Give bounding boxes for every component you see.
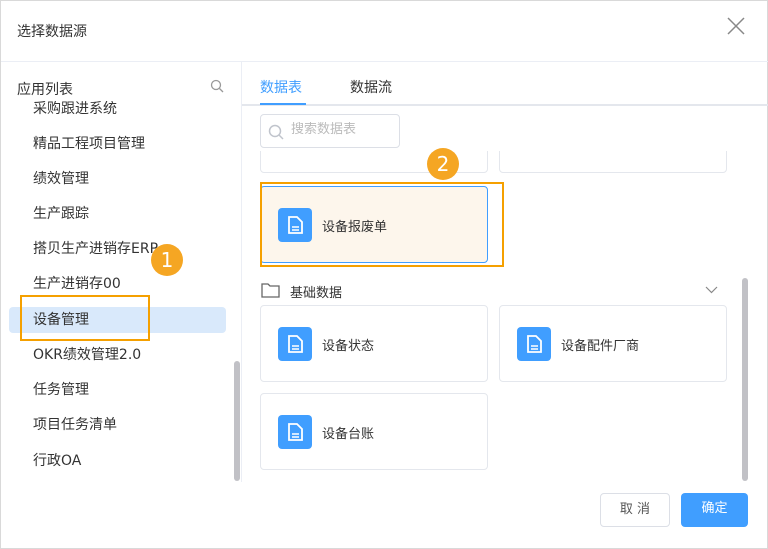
close-icon[interactable] <box>725 15 747 37</box>
active-tab-indicator <box>260 103 306 105</box>
chevron-down-icon[interactable] <box>705 285 718 295</box>
table-card[interactable]: 设备配件厂商 <box>499 305 727 382</box>
annotation-badge-1: 1 <box>151 244 183 276</box>
search-icon <box>268 124 284 140</box>
app-list-item[interactable]: 采购跟进系统 <box>9 101 226 122</box>
search-table-input[interactable] <box>291 122 391 137</box>
table-card-label: 设备配件厂商 <box>561 339 640 354</box>
panel-divider <box>241 62 242 482</box>
app-list-item[interactable]: 绩效管理 <box>9 166 226 192</box>
app-list-item[interactable]: 生产进销存00 <box>9 271 226 297</box>
dialog-title: 选择数据源 <box>17 24 87 40</box>
table-card[interactable]: 设备台账 <box>260 393 488 470</box>
table-card-label: 设备状态 <box>322 339 375 354</box>
tab-data-flow[interactable]: 数据流 <box>350 77 392 97</box>
folder-icon <box>261 283 280 298</box>
cancel-button[interactable]: 取 消 <box>600 493 670 527</box>
app-list-item[interactable]: 项目任务清单 <box>9 412 226 438</box>
annotation-box-1 <box>20 295 150 341</box>
cut-off-cards <box>242 151 742 174</box>
app-list-item[interactable]: OKR绩效管理2.0 <box>9 342 226 368</box>
document-icon <box>278 327 312 361</box>
confirm-button[interactable]: 确定 <box>681 493 748 527</box>
right-scrollbar[interactable] <box>742 278 748 481</box>
annotation-box-2 <box>260 182 504 267</box>
search-table-field[interactable] <box>260 114 400 148</box>
group-label: 基础数据 <box>290 286 343 301</box>
app-list-item[interactable]: 生产跟踪 <box>9 201 226 227</box>
header-divider <box>1 61 768 62</box>
app-list-item[interactable]: 任务管理 <box>9 377 226 403</box>
tab-bar <box>242 104 768 106</box>
app-list: 采购跟进系统 精品工程项目管理 绩效管理 生产跟踪 搭贝生产进销存ERP 生产进… <box>1 101 233 481</box>
tab-data-table[interactable]: 数据表 <box>260 77 302 97</box>
search-icon[interactable] <box>210 79 224 93</box>
app-list-item[interactable]: 搭贝生产进销存ERP <box>9 236 226 262</box>
document-icon <box>517 327 551 361</box>
select-datasource-dialog: 选择数据源 应用列表 采购跟进系统 精品工程项目管理 绩效管理 生产跟踪 搭贝生… <box>0 0 768 549</box>
app-list-title: 应用列表 <box>17 82 73 98</box>
annotation-badge-2: 2 <box>427 148 459 180</box>
left-scrollbar[interactable] <box>234 361 240 481</box>
app-list-item[interactable]: 行政OA <box>9 448 226 474</box>
document-icon <box>278 415 312 449</box>
table-card[interactable]: 设备状态 <box>260 305 488 382</box>
table-card-label: 设备台账 <box>322 427 375 442</box>
app-list-item[interactable]: 精品工程项目管理 <box>9 131 226 157</box>
table-card[interactable] <box>499 151 727 173</box>
